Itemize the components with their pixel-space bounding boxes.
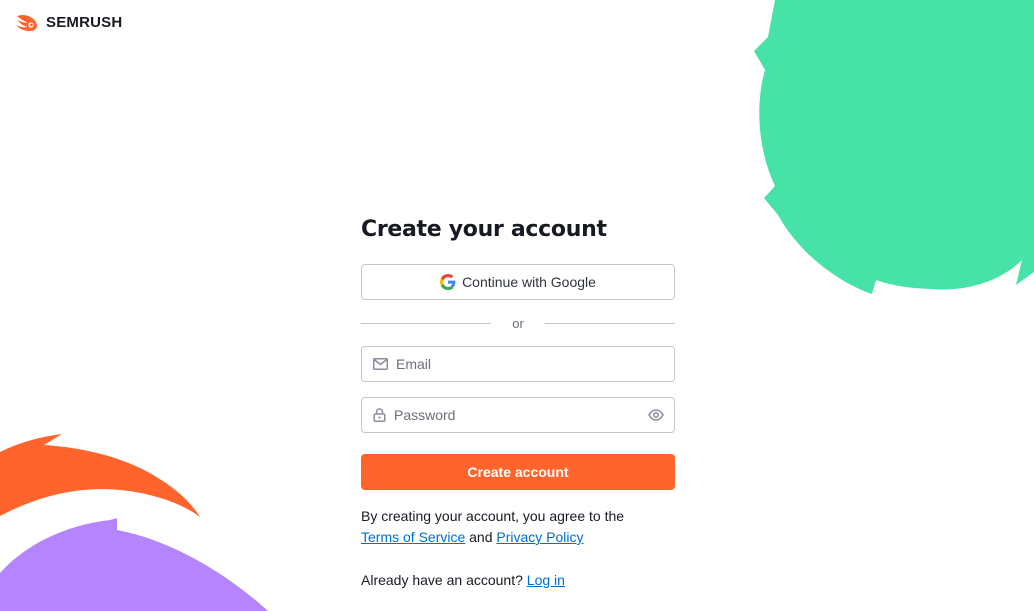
email-field[interactable] (361, 346, 675, 382)
green-blob-shape (754, 0, 1034, 294)
terms-conjunction-text: and (469, 529, 493, 545)
semrush-flame-icon (16, 14, 37, 31)
google-icon (440, 274, 456, 290)
semrush-logo[interactable]: SEMRUSH (14, 12, 122, 32)
orange-flame-shape (0, 434, 200, 517)
privacy-policy-link[interactable]: Privacy Policy (496, 529, 583, 545)
create-account-button[interactable]: Create account (361, 454, 675, 490)
continue-with-google-label: Continue with Google (462, 274, 596, 290)
log-in-link[interactable]: Log in (527, 572, 565, 588)
password-input[interactable] (394, 407, 648, 423)
purple-circle-shape (0, 518, 268, 611)
logo-wordmark: SEMRUSH (46, 13, 123, 31)
lock-icon (373, 408, 386, 422)
divider-line-right (545, 322, 675, 324)
divider-line-left (361, 322, 491, 324)
mail-icon (373, 358, 388, 370)
login-prompt-text: Already have an account? (361, 572, 523, 588)
terms-prefix-text: By creating your account, you agree to t… (361, 508, 625, 524)
terms-notice: By creating your account, you agree to t… (361, 506, 675, 548)
continue-with-google-button[interactable]: Continue with Google (361, 264, 675, 300)
email-input[interactable] (396, 356, 664, 372)
password-field[interactable] (361, 397, 675, 433)
page-title: Create your account (361, 217, 607, 242)
eye-icon[interactable] (648, 409, 664, 421)
terms-of-service-link[interactable]: Terms of Service (361, 529, 465, 545)
signup-form: Create your account Continue with Google… (361, 214, 675, 588)
or-divider: or (361, 314, 675, 332)
divider-or-label: or (512, 315, 524, 331)
login-prompt: Already have an account? Log in (361, 570, 565, 590)
